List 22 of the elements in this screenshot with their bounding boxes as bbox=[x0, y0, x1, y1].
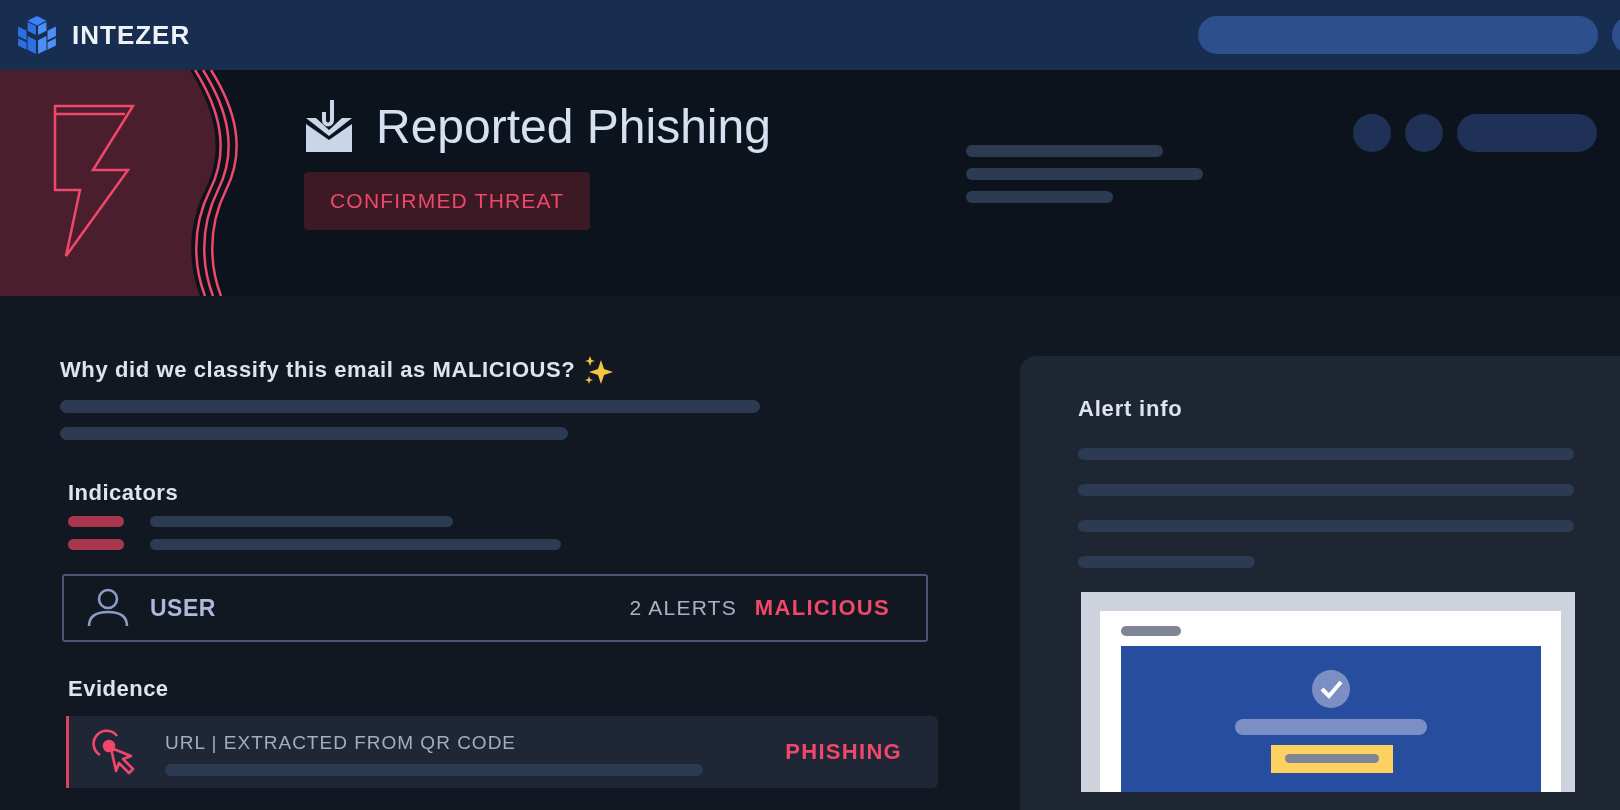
brand-name: INTEZER bbox=[72, 19, 191, 51]
indicator-marker bbox=[68, 539, 124, 550]
page-title: Reported Phishing bbox=[376, 99, 771, 154]
section-heading: Evidence bbox=[68, 676, 170, 702]
pill-button[interactable] bbox=[1456, 114, 1597, 152]
card-title: Alert info bbox=[1078, 396, 1184, 422]
search-bar[interactable] bbox=[1198, 16, 1598, 54]
cube-logo-icon bbox=[16, 14, 58, 56]
section-heading: Indicators bbox=[68, 480, 180, 506]
round-button[interactable] bbox=[1352, 114, 1391, 152]
round-button[interactable] bbox=[1404, 114, 1443, 152]
mail-hook-icon bbox=[304, 98, 354, 154]
indicator-marker bbox=[68, 516, 124, 527]
evidence-row[interactable]: URL | EXTRACTED FROM QR CODE PHISHING bbox=[66, 716, 938, 788]
section-heading: Why did we classify this email as MALICIOUS? bbox=[60, 357, 576, 383]
alert-count: 2 ALERTS bbox=[629, 596, 737, 620]
verdict-label: PHISHING bbox=[785, 739, 902, 765]
evidence-source: URL | EXTRACTED FROM QR CODE bbox=[165, 732, 518, 754]
user-icon bbox=[86, 588, 130, 628]
verdict-label: MALICIOUS bbox=[754, 595, 890, 621]
threat-badge: CONFIRMED THREAT bbox=[304, 172, 591, 230]
entity-label: USER bbox=[150, 594, 216, 622]
